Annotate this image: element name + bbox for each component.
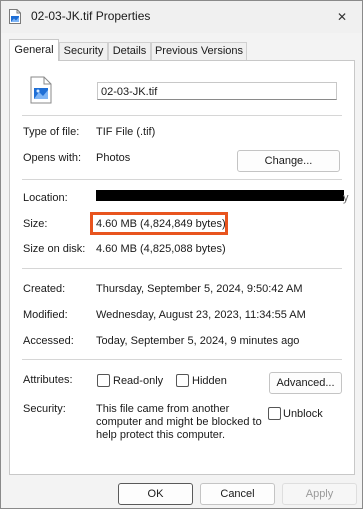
security-text-line-2: computer and might be blocked to (96, 416, 262, 428)
title-bar: 02-03-JK.tif Properties ✕ (1, 1, 362, 33)
type-of-file-value: TIF File (.tif) (96, 126, 156, 138)
separator (22, 268, 342, 269)
separator (22, 179, 342, 180)
security-text-line-3: help protect this computer. (96, 429, 226, 441)
unblock-checkbox[interactable] (268, 407, 281, 420)
close-button[interactable]: ✕ (328, 5, 356, 29)
hidden-checkbox[interactable] (176, 374, 189, 387)
created-label: Created: (23, 283, 66, 295)
size-on-disk-value: 4.60 MB (4,825,088 bytes) (96, 243, 226, 255)
change-button[interactable]: Change... (237, 150, 340, 172)
cancel-button-label: Cancel (220, 488, 255, 500)
tab-general[interactable]: General (9, 39, 59, 61)
file-name-input[interactable]: 02-03-JK.tif (97, 82, 337, 100)
cancel-button[interactable]: Cancel (200, 483, 275, 505)
redacted-location (96, 190, 344, 201)
unblock-label[interactable]: Unblock (283, 408, 323, 420)
tif-file-icon (30, 76, 52, 104)
tab-label: Details (112, 45, 147, 57)
image-file-icon (9, 9, 21, 24)
general-panel: 02-03-JK.tif Type of file: TIF File (.ti… (9, 60, 355, 475)
advanced-button[interactable]: Advanced... (269, 372, 342, 394)
change-button-label: Change... (264, 155, 313, 167)
window-title: 02-03-JK.tif Properties (31, 9, 151, 23)
separator (22, 115, 342, 116)
modified-label: Modified: (23, 309, 68, 321)
opens-with-label: Opens with: (23, 152, 82, 164)
security-text-line-1: This file came from another (96, 403, 230, 415)
tab-label: Security (63, 45, 104, 57)
hidden-label[interactable]: Hidden (192, 375, 227, 387)
location-label: Location: (23, 192, 68, 204)
size-on-disk-label: Size on disk: (23, 243, 86, 255)
separator (22, 359, 342, 360)
apply-button[interactable]: Apply (282, 483, 357, 505)
modified-value: Wednesday, August 23, 2023, 11:34:55 AM (96, 309, 306, 321)
attributes-label: Attributes: (23, 374, 73, 386)
type-of-file-label: Type of file: (23, 126, 80, 138)
security-label: Security: (23, 403, 66, 415)
created-value: Thursday, September 5, 2024, 9:50:42 AM (96, 283, 303, 295)
tab-label: General (14, 44, 54, 56)
accessed-label: Accessed: (23, 335, 74, 347)
ok-button-label: OK (147, 488, 164, 500)
accessed-value: Today, September 5, 2024, 9 minutes ago (96, 335, 300, 347)
file-name-value: 02-03-JK.tif (101, 86, 158, 98)
advanced-button-label: Advanced... (276, 377, 335, 389)
tab-previous-versions[interactable]: Previous Versions (151, 42, 247, 60)
read-only-label[interactable]: Read-only (113, 375, 163, 387)
ok-button[interactable]: OK (118, 483, 193, 505)
tab-label: Previous Versions (154, 45, 244, 57)
size-label: Size: (23, 218, 48, 230)
tab-security[interactable]: Security (59, 42, 108, 60)
read-only-checkbox[interactable] (97, 374, 110, 387)
size-value: 4.60 MB (4,824,849 bytes) (96, 218, 226, 230)
tab-details[interactable]: Details (108, 42, 151, 60)
close-icon: ✕ (336, 10, 348, 24)
properties-window: 02-03-JK.tif Properties ✕ General Securi… (0, 0, 363, 509)
location-trailing-text: y (343, 192, 349, 204)
apply-button-label: Apply (305, 488, 334, 500)
opens-with-value: Photos (96, 152, 131, 164)
